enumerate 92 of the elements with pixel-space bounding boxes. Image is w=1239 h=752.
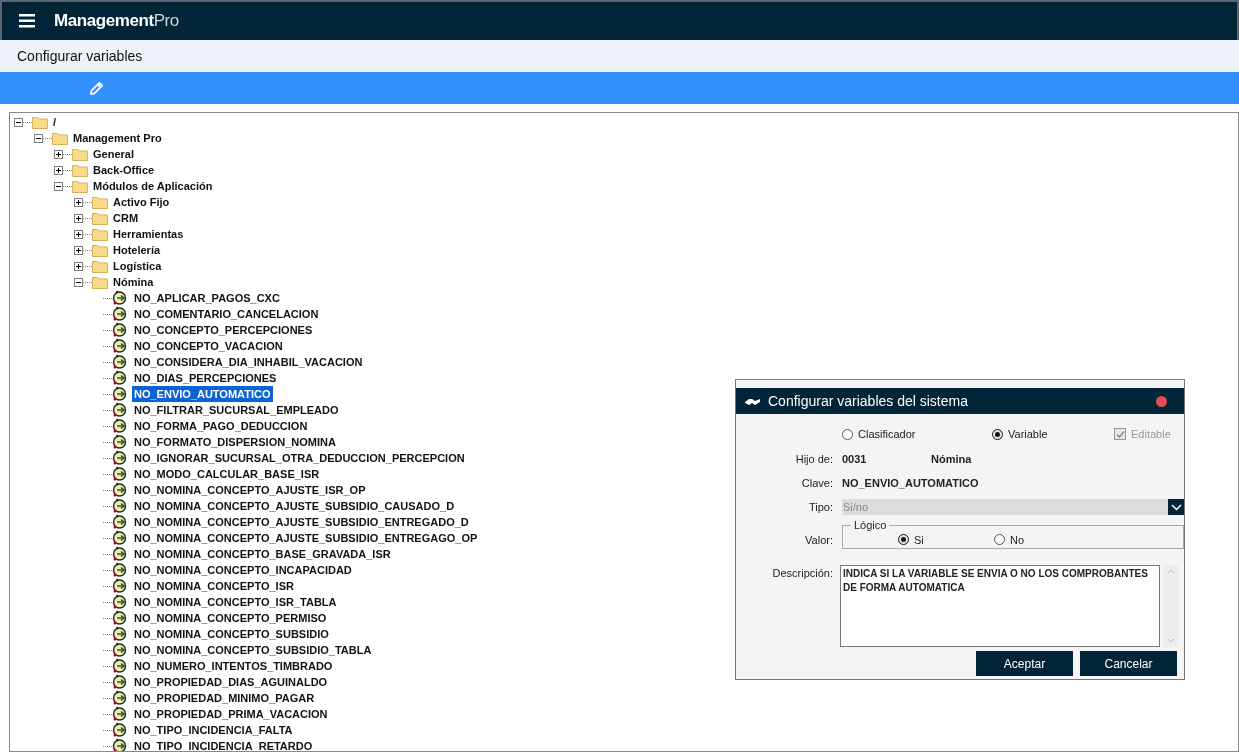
parent-name: Nómina xyxy=(931,451,972,467)
tree-item[interactable]: Nómina xyxy=(111,274,156,290)
tree-item[interactable]: NO_PROPIEDAD_PRIMA_VACACION xyxy=(132,706,330,722)
tree-item[interactable]: NO_NOMINA_CONCEPTO_ISR xyxy=(132,578,296,594)
folder-icon xyxy=(92,243,108,257)
tree-item[interactable]: NO_NUMERO_INTENTOS_TIMBRADO xyxy=(132,658,335,674)
tree-item[interactable]: NO_NOMINA_CONCEPTO_INCAPACIDAD xyxy=(132,562,354,578)
description-field[interactable]: INDICA SI LA VARIABLE SE ENVIA O NO LOS COMPROBANTES DE FORMA AUTOMATICA xyxy=(840,565,1160,647)
dialog-button[interactable]: Cancelar xyxy=(1080,651,1177,676)
handshake-icon xyxy=(744,396,761,406)
folder-icon xyxy=(92,211,108,225)
radio-button[interactable] xyxy=(898,534,909,546)
folder-icon xyxy=(32,115,48,129)
tree-item[interactable]: NO_COMENTARIO_CANCELACION xyxy=(132,306,321,322)
collapse-icon[interactable] xyxy=(34,133,43,143)
folder-icon xyxy=(92,195,108,209)
collapse-icon[interactable] xyxy=(14,117,23,127)
dialog-button[interactable]: Aceptar xyxy=(976,651,1073,676)
collapse-icon[interactable] xyxy=(74,277,83,287)
folder-icon xyxy=(72,147,88,161)
tree-item[interactable]: NO_NOMINA_CONCEPTO_AJUSTE_SUBSIDIO_CAUSADO_D xyxy=(132,498,457,514)
folder-icon xyxy=(52,131,68,145)
chevron-down-icon xyxy=(1170,503,1182,511)
expand-icon[interactable] xyxy=(74,245,83,255)
folder-icon xyxy=(72,179,88,193)
app-logo: ManagementPro xyxy=(54,10,179,33)
tree-item[interactable]: Logística xyxy=(111,258,164,274)
radio-option[interactable]: Clasificador xyxy=(858,425,916,443)
radio-option[interactable]: Variable xyxy=(1008,425,1048,443)
folder-icon xyxy=(92,227,108,241)
tree-item[interactable]: NO_DIAS_PERCEPCIONES xyxy=(132,370,279,386)
tree-item[interactable]: NO_FILTRAR_SUCURSAL_EMPLEADO xyxy=(132,402,341,418)
tree-item[interactable]: NO_PROPIEDAD_MINIMO_PAGAR xyxy=(132,690,317,706)
tree-item[interactable]: NO_PROPIEDAD_DIAS_AGUINALDO xyxy=(132,674,330,690)
expand-icon[interactable] xyxy=(74,261,83,271)
tree-item[interactable]: Herramientas xyxy=(111,226,186,242)
page-title: Configurar variables xyxy=(17,46,143,66)
tree-item[interactable]: NO_NOMINA_CONCEPTO_AJUSTE_SUBSIDIO_ENTREGADO_D xyxy=(132,514,471,530)
tree-item[interactable]: Hotelería xyxy=(111,242,163,258)
circle-arrow-icon xyxy=(112,738,129,751)
tree-item[interactable]: / xyxy=(51,114,59,130)
tree-item[interactable]: NO_FORMA_PAGO_DEDUCCION xyxy=(132,418,310,434)
tree-item[interactable]: CRM xyxy=(111,210,141,226)
folder-icon xyxy=(92,275,108,289)
radio-option[interactable]: No xyxy=(1010,531,1025,548)
tree-item[interactable]: Management Pro xyxy=(71,130,164,146)
tree-item[interactable]: NO_NOMINA_CONCEPTO_SUBSIDIO xyxy=(132,626,331,642)
tree-item[interactable]: NO_FORMATO_DISPERSION_NOMINA xyxy=(132,434,338,450)
tree-item[interactable]: NO_NOMINA_CONCEPTO_BASE_GRAVADA_ISR xyxy=(132,546,393,562)
folder-icon xyxy=(92,259,108,273)
checkmark-icon xyxy=(1115,429,1125,439)
tree-item[interactable]: NO_CONSIDERA_DIA_INHABIL_VACACION xyxy=(132,354,365,370)
tree-item[interactable]: Módulos de Aplicación xyxy=(91,178,215,194)
parent-code: 0031 xyxy=(842,451,868,467)
tree-item[interactable]: Back-Office xyxy=(91,162,157,178)
expand-icon[interactable] xyxy=(74,197,83,207)
tree-item[interactable]: NO_NOMINA_CONCEPTO_AJUSTE_ISR_OP xyxy=(132,482,368,498)
expand-icon[interactable] xyxy=(54,149,63,159)
radio-button[interactable] xyxy=(842,428,853,440)
expand-icon[interactable] xyxy=(74,213,83,223)
field-label: Descripción: xyxy=(771,566,833,581)
close-button[interactable] xyxy=(1156,395,1167,407)
tree-item[interactable]: NO_IGNORAR_SUCURSAL_OTRA_DEDUCCION_PERCEPCION xyxy=(132,450,467,466)
dialog-title: Configurar variables del sistema xyxy=(768,391,968,411)
edit-icon[interactable] xyxy=(88,79,105,97)
menu-icon[interactable] xyxy=(19,14,35,28)
expand-icon[interactable] xyxy=(74,229,83,239)
field-label: Clave: xyxy=(800,475,833,491)
tree-item[interactable]: NO_NOMINA_CONCEPTO_ISR_TABLA xyxy=(132,594,339,610)
tree-item[interactable]: NO_TIPO_INCIDENCIA_FALTA xyxy=(132,722,295,738)
group-legend: Lógico xyxy=(851,517,890,534)
field-label: Valor: xyxy=(804,533,833,548)
tree-item[interactable]: NO_CONCEPTO_VACACION xyxy=(132,338,285,354)
radio-option[interactable]: Si xyxy=(914,531,924,548)
key-value: NO_ENVIO_AUTOMATICO xyxy=(842,475,979,491)
folder-icon xyxy=(72,163,88,177)
tree-item[interactable]: General xyxy=(91,146,136,162)
radio-button[interactable] xyxy=(994,534,1005,546)
radio-button[interactable] xyxy=(992,428,1003,440)
tree-item[interactable]: NO_TIPO_INCIDENCIA_RETARDO xyxy=(132,738,315,751)
expand-icon[interactable] xyxy=(54,165,63,175)
field-label: Hijo de: xyxy=(794,451,833,467)
tree-item[interactable]: NO_ENVIO_AUTOMATICO xyxy=(132,386,273,402)
tree-item[interactable]: Activo Fijo xyxy=(111,194,172,210)
collapse-icon[interactable] xyxy=(54,181,63,191)
tree-item[interactable]: NO_NOMINA_CONCEPTO_AJUSTE_SUBSIDIO_ENTREGAGO_OP xyxy=(132,530,480,546)
tree-item[interactable]: NO_MODO_CALCULAR_BASE_ISR xyxy=(132,466,322,482)
tree-item[interactable]: NO_NOMINA_CONCEPTO_SUBSIDIO_TABLA xyxy=(132,642,374,658)
field-label: Tipo: xyxy=(807,499,833,515)
tree-item[interactable]: NO_APLICAR_PAGOS_CXC xyxy=(132,290,282,306)
tree-item[interactable]: NO_NOMINA_CONCEPTO_PERMISO xyxy=(132,610,329,626)
tree-item[interactable]: NO_CONCEPTO_PERCEPCIONES xyxy=(132,322,315,338)
